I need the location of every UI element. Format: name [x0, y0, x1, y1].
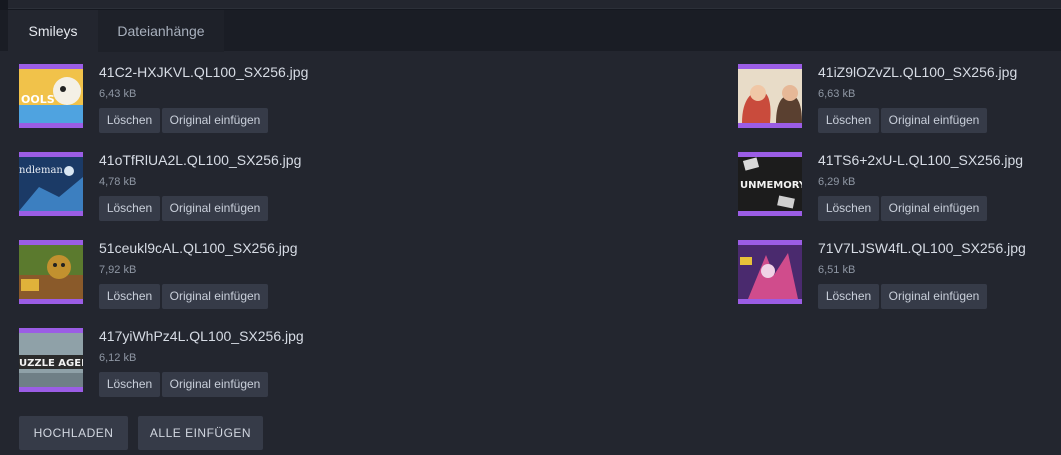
thumb-overlay-text: OOLS: [21, 93, 55, 106]
attachment-filename: 417yiWhPz4L.QL100_SX256.jpg: [99, 328, 304, 344]
insert-all-button[interactable]: ALLE EINFÜGEN: [138, 416, 263, 450]
attachment-thumbnail[interactable]: UZZLE AGEN: [19, 328, 83, 392]
tab-bar: Smileys Dateianhänge: [0, 10, 1061, 52]
attachment-item: UNMEMORY 41TS6+2xU-L.QL100_SX256.jpg 6,2…: [738, 152, 1038, 232]
delete-button[interactable]: Löschen: [99, 284, 160, 309]
attachment-thumbnail[interactable]: ndleman: [19, 152, 83, 216]
top-bar: [0, 0, 1061, 10]
attachments-panel: OOLS 41C2-HXJKVL.QL100_SX256.jpg 6,43 kB…: [0, 52, 1061, 455]
delete-button[interactable]: Löschen: [818, 108, 879, 133]
delete-button[interactable]: Löschen: [818, 284, 879, 309]
insert-original-button[interactable]: Original einfügen: [881, 196, 987, 221]
attachment-filename: 51ceukl9cAL.QL100_SX256.jpg: [99, 240, 298, 256]
attachment-filename: 41iZ9lOZvZL.QL100_SX256.jpg: [818, 64, 1018, 80]
insert-original-button[interactable]: Original einfügen: [162, 108, 268, 133]
attachment-filename: 71V7LJSW4fL.QL100_SX256.jpg: [818, 240, 1026, 256]
attachment-filesize: 7,92 kB: [99, 264, 137, 276]
attachment-filesize: 4,78 kB: [99, 176, 137, 188]
insert-original-button[interactable]: Original einfügen: [162, 372, 268, 397]
attachment-thumbnail[interactable]: [738, 240, 802, 304]
attachment-filesize: 6,12 kB: [99, 352, 137, 364]
attachment-filesize: 6,51 kB: [818, 264, 856, 276]
delete-button[interactable]: Löschen: [99, 196, 160, 221]
attachment-filesize: 6,63 kB: [818, 88, 856, 100]
attachment-filename: 41TS6+2xU-L.QL100_SX256.jpg: [818, 152, 1024, 168]
tab-smileys[interactable]: Smileys: [8, 10, 98, 52]
attachment-item: 51ceukl9cAL.QL100_SX256.jpg 7,92 kB Lösc…: [19, 240, 319, 320]
attachment-filesize: 6,29 kB: [818, 176, 856, 188]
insert-original-button[interactable]: Original einfügen: [881, 284, 987, 309]
insert-original-button[interactable]: Original einfügen: [881, 108, 987, 133]
attachment-filename: 41C2-HXJKVL.QL100_SX256.jpg: [99, 64, 309, 80]
thumb-overlay-text: UNMEMORY: [740, 180, 802, 191]
attachment-thumbnail[interactable]: UNMEMORY: [738, 152, 802, 216]
attachment-item: ndleman 41oTfRlUA2L.QL100_SX256.jpg 4,78…: [19, 152, 319, 232]
attachment-filename: 41oTfRlUA2L.QL100_SX256.jpg: [99, 152, 302, 168]
delete-button[interactable]: Löschen: [99, 372, 160, 397]
attachment-thumbnail[interactable]: OOLS: [19, 64, 83, 128]
attachment-item: 71V7LJSW4fL.QL100_SX256.jpg 6,51 kB Lösc…: [738, 240, 1038, 320]
attachment-filesize: 6,43 kB: [99, 88, 137, 100]
attachment-thumbnail[interactable]: [738, 64, 802, 128]
upload-button[interactable]: HOCHLADEN: [19, 416, 128, 450]
thumb-overlay-text: ndleman: [19, 165, 63, 176]
insert-original-button[interactable]: Original einfügen: [162, 284, 268, 309]
delete-button[interactable]: Löschen: [818, 196, 879, 221]
tab-attachments[interactable]: Dateianhänge: [98, 10, 224, 52]
attachment-thumbnail[interactable]: [19, 240, 83, 304]
insert-original-button[interactable]: Original einfügen: [162, 196, 268, 221]
delete-button[interactable]: Löschen: [99, 108, 160, 133]
thumb-overlay-text: UZZLE AGEN: [19, 358, 83, 369]
attachment-item: 41iZ9lOZvZL.QL100_SX256.jpg 6,63 kB Lösc…: [738, 64, 1038, 144]
attachment-item: OOLS 41C2-HXJKVL.QL100_SX256.jpg 6,43 kB…: [19, 64, 319, 144]
attachment-item: UZZLE AGEN 417yiWhPz4L.QL100_SX256.jpg 6…: [19, 328, 319, 408]
